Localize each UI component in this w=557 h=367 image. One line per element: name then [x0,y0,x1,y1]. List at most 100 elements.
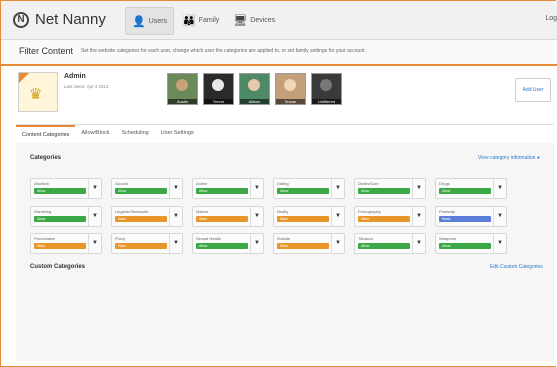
chevron-down-icon[interactable]: ▼ [412,207,425,226]
chevron-down-icon[interactable]: ▼ [250,179,263,198]
category-name: Drugs [439,181,450,186]
category-status-badge: Allow [34,216,86,222]
user-avatar[interactable]: Austin [167,73,198,105]
logo[interactable]: N Net Nanny [13,11,106,28]
chevron-down-icon[interactable]: ▼ [493,207,506,226]
devices-icon: 🖥 [233,14,248,27]
category-dropdown[interactable]: Mature Warn ▼ [192,206,264,227]
category-dropdown[interactable]: Abortion Allow ▼ [30,178,102,199]
chevron-down-icon[interactable]: ▼ [88,234,101,253]
tab-user-settings[interactable]: User Settings [155,125,200,143]
category-status-badge: Allow [196,188,248,194]
category-name: Weapons [439,236,456,241]
category-name: Mature [196,209,209,214]
category-dropdown[interactable]: Suicide Warn ▼ [273,233,345,254]
page-description: Set the website categories for each user… [81,48,366,54]
category-name: Sexual Health [196,236,221,241]
view-category-information-label: View category information [478,155,536,161]
avatar-face-icon [176,79,188,91]
category-name: Pornography [358,209,381,214]
nav-users-label: Users [148,17,167,25]
chevron-down-icon[interactable]: ▼ [331,234,344,253]
categories-content: Categories View category information ● A… [16,143,554,361]
user-avatar-label: Trevor [204,99,233,104]
category-name: Provocative [34,236,55,241]
main-nav: 👤 Users 👪 Family 🖥 Devices [125,7,283,35]
category-dropdown[interactable]: Anime Allow ▼ [192,178,264,199]
category-name: Suicide [277,236,291,241]
avatar-silhouette-icon [320,79,332,91]
user-selector: ♛ Admin Last Seen: Apr 3 2013 Austin Tre… [16,68,554,114]
add-user-button[interactable]: Add User [515,78,551,102]
user-avatar[interactable]: Trevor [203,73,234,105]
category-dropdown[interactable]: Dating Allow ▼ [273,178,345,199]
chevron-down-icon[interactable]: ▼ [331,179,344,198]
tab-scheduling[interactable]: Scheduling [116,125,155,143]
chevron-down-icon[interactable]: ▼ [493,179,506,198]
category-name: Gambling [34,209,52,214]
user-avatar-label: Allison [240,99,269,104]
user-avatar[interactable]: Susan [275,73,306,105]
chevron-down-icon[interactable]: ▼ [412,179,425,198]
user-avatar[interactable]: Allison [239,73,270,105]
avatar-face-icon [212,79,224,91]
category-dropdown[interactable]: Provocative Warn ▼ [30,233,102,254]
nav-devices[interactable]: 🖥 Devices [227,7,281,33]
page-title: Filter Content [19,46,74,56]
category-name: Tobacco [358,236,373,241]
category-name: Proxy [115,236,126,241]
user-avatar-label: Unfiltered [312,99,341,104]
category-dropdown[interactable]: Death/Gore Allow ▼ [354,178,426,199]
logout-link[interactable]: Log [545,15,557,22]
category-name: Profanity [439,209,455,214]
top-header: N Net Nanny 👤 Users 👪 Family 🖥 Devices L… [1,1,557,40]
selected-corner-marker [19,73,29,83]
category-status-badge: Warn [277,243,329,249]
category-dropdown[interactable]: Lingerie/Swimsuits Warn ▼ [111,206,183,227]
category-dropdown[interactable]: Profanity Mask ▼ [435,206,507,227]
category-status-badge: Allow [358,188,410,194]
nav-family-label: Family [198,16,220,24]
avatar-face-icon [248,79,260,91]
chevron-down-icon[interactable]: ▼ [250,234,263,253]
custom-categories-heading: Custom Categories [30,264,86,270]
category-status-badge: Warn [34,243,86,249]
category-status-badge: Warn [358,216,410,222]
tab-allow-block[interactable]: Allow/Block [75,125,115,143]
nav-devices-label: Devices [250,16,276,24]
category-dropdown[interactable]: Gambling Allow ▼ [30,206,102,227]
settings-panel: Content Categories Allow/Block Schedulin… [16,124,554,361]
category-dropdown[interactable]: Tobacco Allow ▼ [354,233,426,254]
category-status-badge: Allow [439,243,491,249]
category-dropdown[interactable]: Sexual Health Allow ▼ [192,233,264,254]
tab-content-categories[interactable]: Content Categories [16,125,76,143]
chevron-down-icon[interactable]: ▼ [88,179,101,198]
chevron-down-icon[interactable]: ▼ [250,207,263,226]
category-name: Death/Gore [358,181,379,186]
category-dropdown[interactable]: Pornography Warn ▼ [354,206,426,227]
category-dropdown[interactable]: Nudity Warn ▼ [273,206,345,227]
chevron-down-icon[interactable]: ▼ [412,234,425,253]
family-icon: 👪 [181,14,196,27]
nav-family[interactable]: 👪 Family [176,7,225,33]
chevron-down-icon[interactable]: ▼ [169,234,182,253]
category-name: Nudity [277,209,289,214]
chevron-down-icon[interactable]: ▼ [493,234,506,253]
category-dropdown[interactable]: Weapons Allow ▼ [435,233,507,254]
chevron-down-icon[interactable]: ▼ [331,207,344,226]
category-status-badge: Allow [277,188,329,194]
user-avatar[interactable]: Unfiltered [311,73,342,105]
crown-icon: ♛ [29,86,43,103]
admin-avatar[interactable]: ♛ [18,72,58,112]
category-dropdown[interactable]: Alcohol Allow ▼ [111,178,183,199]
view-category-information-link[interactable]: View category information ● [478,155,540,161]
tab-bar: Content Categories Allow/Block Schedulin… [16,125,200,143]
chevron-down-icon[interactable]: ▼ [169,179,182,198]
category-dropdown[interactable]: Drugs Allow ▼ [435,178,507,199]
edit-custom-categories-link[interactable]: Edit Custom Categories [490,264,543,270]
category-dropdown[interactable]: Proxy Warn ▼ [111,233,183,254]
nav-users[interactable]: 👤 Users [125,7,174,35]
chevron-down-icon[interactable]: ▼ [88,207,101,226]
category-name: Dating [277,181,289,186]
chevron-down-icon[interactable]: ▼ [169,207,182,226]
